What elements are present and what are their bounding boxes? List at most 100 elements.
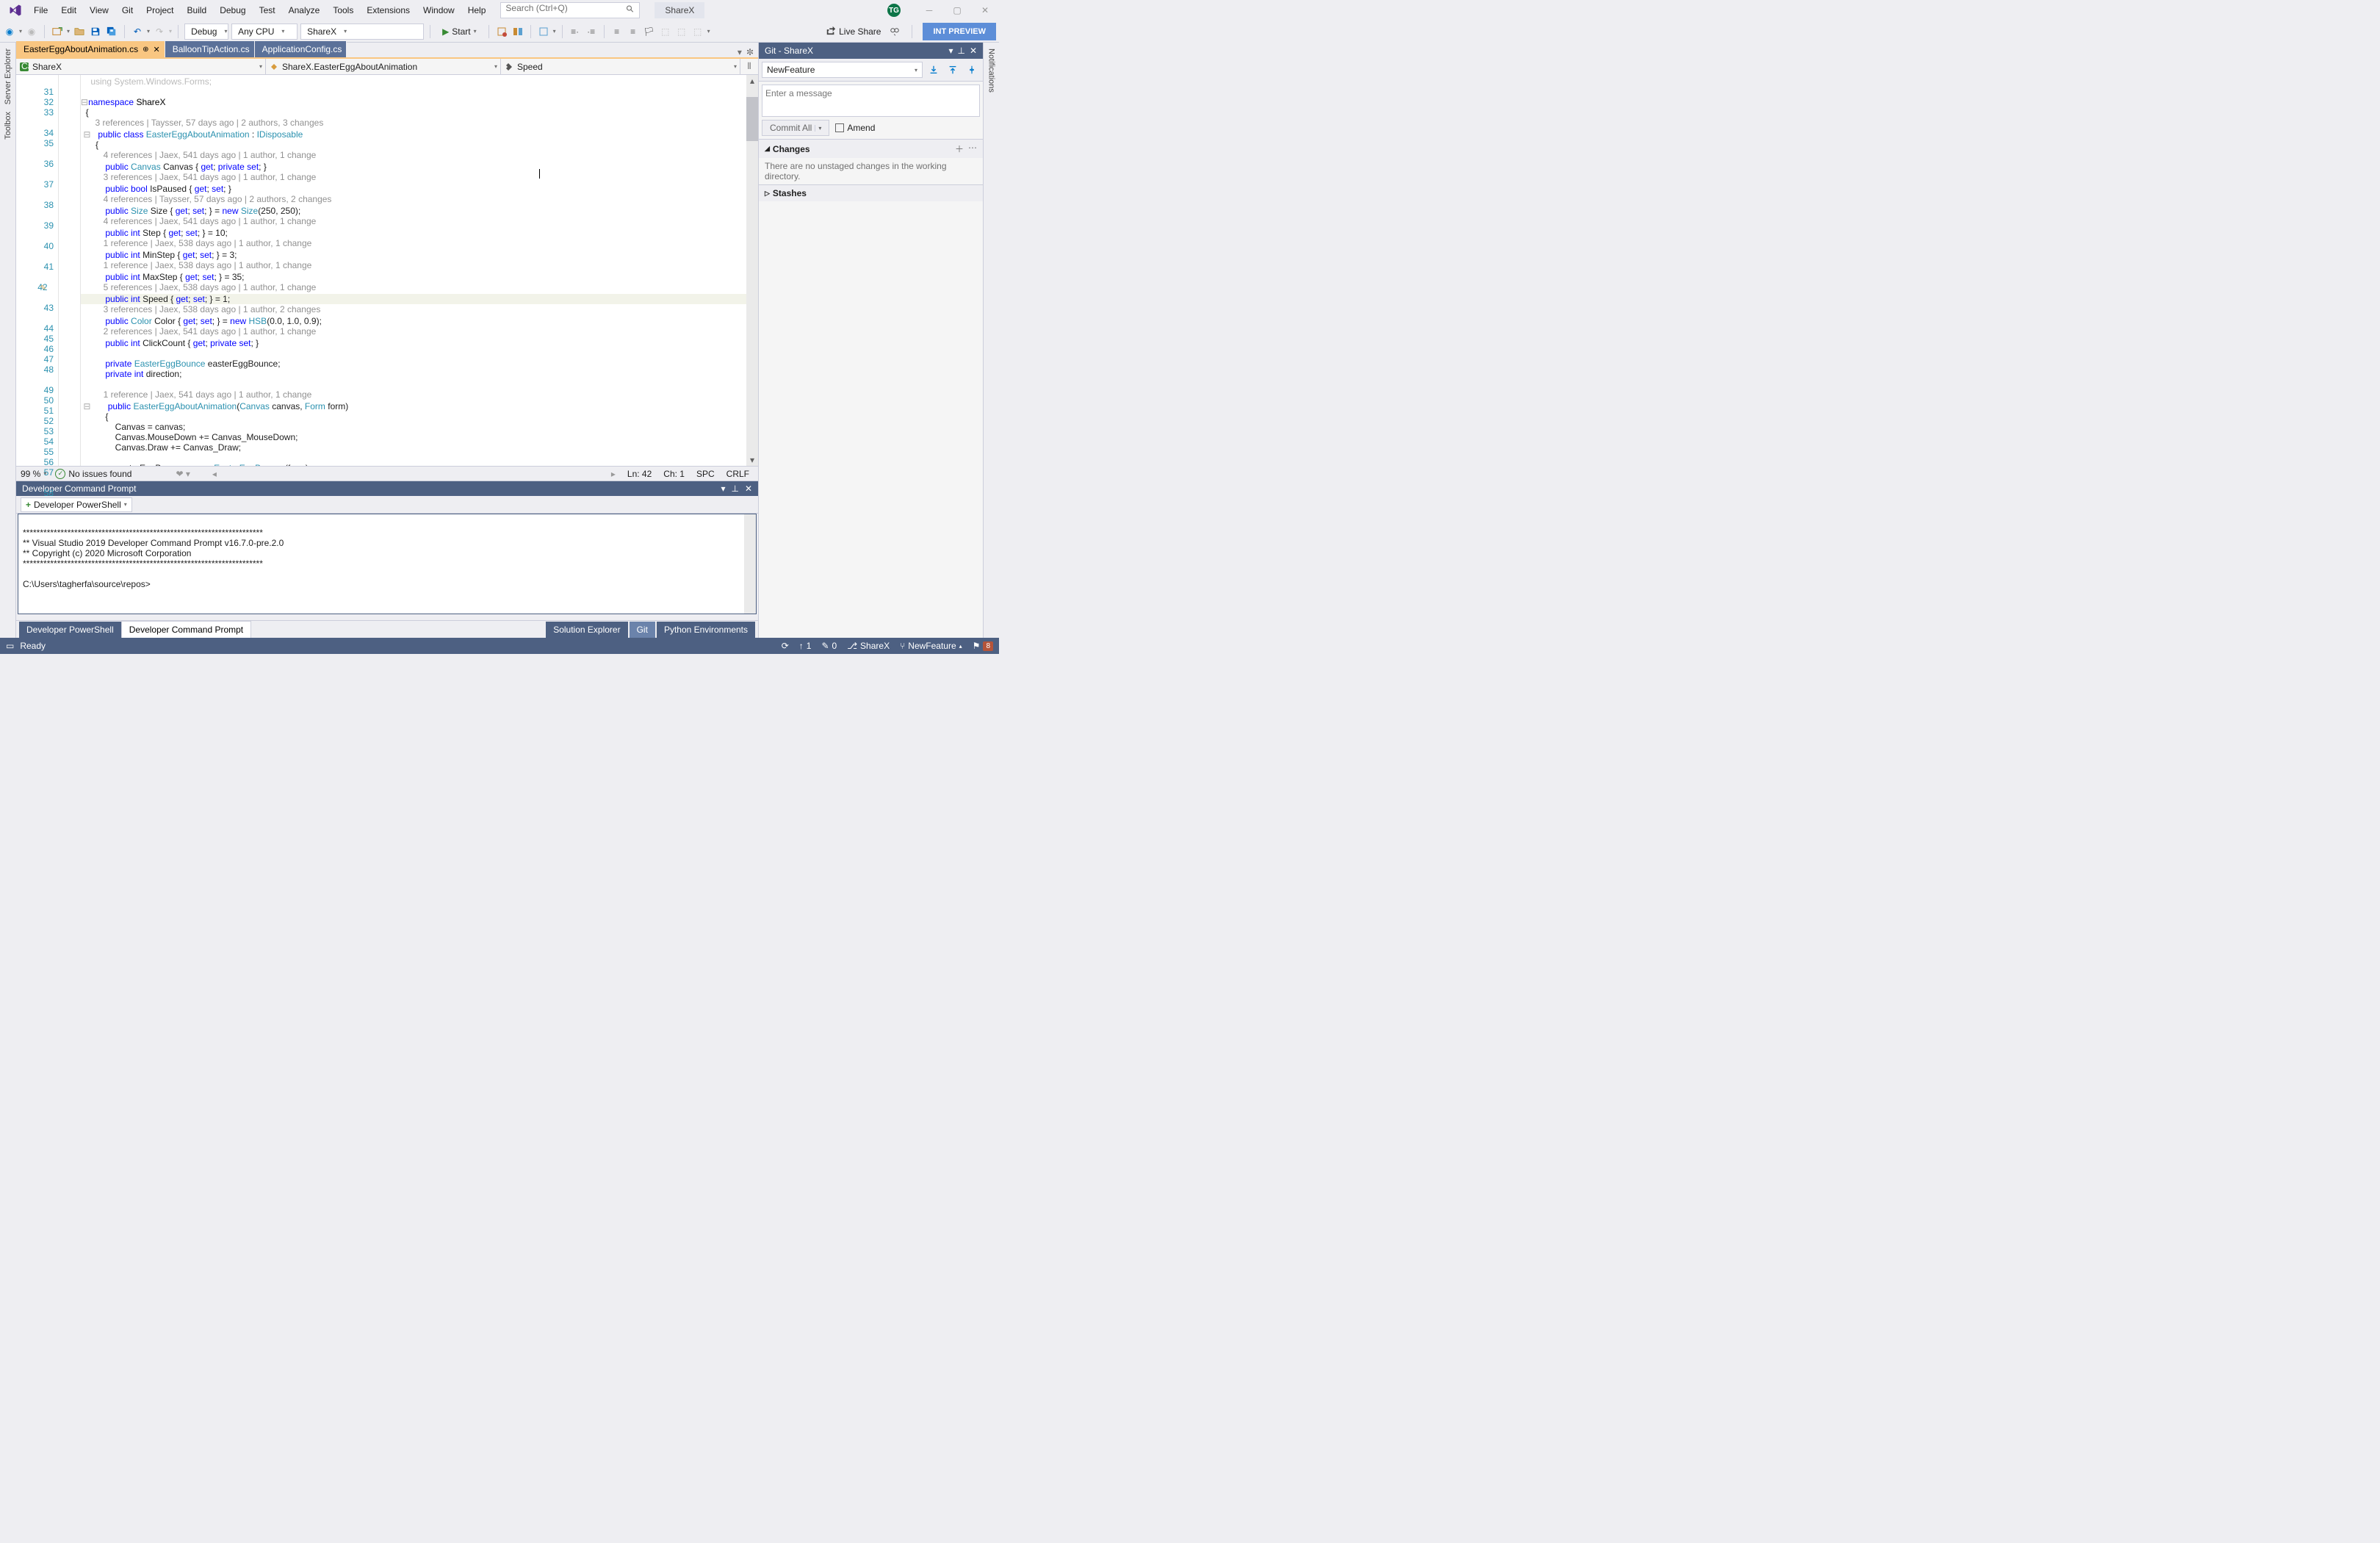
live-share-button[interactable]: Live Share bbox=[826, 25, 881, 37]
menu-project[interactable]: Project bbox=[140, 2, 179, 18]
pin-icon[interactable]: ⊥ bbox=[957, 46, 964, 56]
menu-test[interactable]: Test bbox=[253, 2, 281, 18]
code-editor[interactable]: 31 32 33 34 35 36 37 38 39 40 41 42✎ 43 … bbox=[16, 75, 758, 466]
platform-dropdown[interactable]: Any CPU▾ bbox=[231, 24, 298, 40]
new-terminal-button[interactable]: + Developer PowerShell ▾ bbox=[21, 497, 132, 512]
indent-icon[interactable]: ≡· bbox=[569, 25, 582, 38]
sync-button[interactable]: ⟳ bbox=[782, 641, 789, 651]
pending-changes[interactable]: ✎0 bbox=[821, 641, 837, 651]
stashes-section-header[interactable]: ▷ Stashes bbox=[759, 184, 983, 201]
server-explorer-tab[interactable]: Server Explorer bbox=[2, 46, 14, 107]
menu-debug[interactable]: Debug bbox=[214, 2, 251, 18]
close-panel-icon[interactable]: ✕ bbox=[970, 46, 977, 56]
nav-member-dropdown[interactable]: Speed▾ bbox=[501, 59, 740, 74]
git-panel-title[interactable]: Git - ShareX ▾ ⊥ ✕ bbox=[759, 43, 983, 59]
new-project-icon[interactable] bbox=[51, 25, 64, 38]
fetch-icon[interactable] bbox=[926, 62, 942, 78]
scroll-up-icon[interactable]: ▴ bbox=[746, 75, 758, 87]
error-list-summary[interactable]: ✓ No issues found bbox=[55, 469, 131, 479]
int-preview-badge[interactable]: INT PREVIEW bbox=[923, 23, 996, 40]
pin-icon[interactable]: ⊕ bbox=[143, 46, 148, 54]
git-tab[interactable]: Git bbox=[630, 622, 655, 638]
branch-dropdown[interactable]: NewFeature▾ bbox=[762, 62, 923, 78]
start-debug-button[interactable]: ▶ Start ▾ bbox=[436, 24, 483, 40]
menu-window[interactable]: Window bbox=[417, 2, 461, 18]
health-indicator-icon[interactable]: ❤ ▾ bbox=[176, 469, 190, 479]
tab-overflow-icon[interactable]: ▾ bbox=[738, 47, 742, 57]
bookmark-icon[interactable]: 🏳 bbox=[643, 25, 656, 38]
undo-icon[interactable]: ↶ bbox=[131, 25, 144, 38]
find-in-files-icon[interactable] bbox=[537, 25, 550, 38]
config-dropdown[interactable]: Debug▾ bbox=[184, 24, 228, 40]
scroll-thumb[interactable] bbox=[746, 97, 758, 141]
step-over-icon[interactable] bbox=[511, 25, 524, 38]
doc-tab[interactable]: BalloonTipAction.cs bbox=[165, 41, 255, 57]
outgoing-commits[interactable]: ↑1 bbox=[799, 641, 812, 651]
menu-analyze[interactable]: Analyze bbox=[283, 2, 326, 18]
outdent-icon[interactable]: ·≡ bbox=[585, 25, 598, 38]
close-panel-icon[interactable]: ✕ bbox=[745, 483, 752, 494]
menu-build[interactable]: Build bbox=[181, 2, 213, 18]
eol-indicator[interactable]: CRLF bbox=[726, 469, 749, 479]
changes-section-header[interactable]: ◢ Changes ＋ ⋯ bbox=[759, 139, 983, 158]
dev-powershell-tab[interactable]: Developer PowerShell bbox=[19, 622, 121, 638]
maximize-button[interactable]: ▢ bbox=[946, 3, 968, 18]
nav-class-dropdown[interactable]: ShareX.EasterEggAboutAnimation▾ bbox=[266, 59, 501, 74]
glyph-margin[interactable] bbox=[59, 75, 81, 466]
branch-indicator[interactable]: ⑂NewFeature▴ bbox=[900, 641, 962, 651]
startup-project-dropdown[interactable]: ShareX▾ bbox=[300, 24, 424, 40]
push-icon[interactable] bbox=[964, 62, 980, 78]
save-all-icon[interactable] bbox=[105, 25, 118, 38]
amend-checkbox[interactable]: Amend bbox=[835, 123, 875, 133]
redo-icon[interactable]: ↷ bbox=[153, 25, 166, 38]
output-window-icon[interactable]: ▭ bbox=[6, 641, 14, 651]
menu-edit[interactable]: Edit bbox=[55, 2, 82, 18]
nav-fwd-icon[interactable]: ◉ bbox=[25, 25, 38, 38]
quick-search-input[interactable]: Search (Ctrl+Q) bbox=[500, 2, 640, 18]
account-avatar[interactable]: TG bbox=[887, 4, 901, 17]
menu-view[interactable]: View bbox=[84, 2, 115, 18]
notifications-button[interactable]: ⚑ 8 bbox=[973, 641, 993, 651]
dev-cmd-tab[interactable]: Developer Command Prompt bbox=[121, 621, 251, 638]
col-indicator[interactable]: Ch: 1 bbox=[663, 469, 685, 479]
menu-tools[interactable]: Tools bbox=[327, 2, 359, 18]
scroll-right-icon[interactable]: ▸ bbox=[611, 469, 616, 479]
save-icon[interactable] bbox=[89, 25, 102, 38]
terminal-output[interactable]: ****************************************… bbox=[18, 514, 757, 614]
pull-icon[interactable] bbox=[945, 62, 961, 78]
split-view-icon[interactable]: ⫴ bbox=[740, 59, 758, 74]
stage-all-icon[interactable]: ＋ bbox=[955, 143, 964, 155]
open-file-icon[interactable] bbox=[73, 25, 86, 38]
python-env-tab[interactable]: Python Environments bbox=[657, 622, 755, 638]
menu-help[interactable]: Help bbox=[462, 2, 492, 18]
menu-extensions[interactable]: Extensions bbox=[361, 2, 416, 18]
close-tab-icon[interactable]: ✕ bbox=[153, 45, 159, 54]
nav-back-icon[interactable]: ◉ bbox=[3, 25, 16, 38]
code-text[interactable]: using System.Windows.Forms; ⊟namespace S… bbox=[81, 75, 746, 466]
solution-name[interactable]: ShareX bbox=[654, 2, 704, 18]
pin-icon[interactable]: ⊥ bbox=[731, 483, 738, 494]
window-dropdown-icon[interactable]: ▾ bbox=[948, 46, 953, 56]
scroll-down-icon[interactable]: ▾ bbox=[746, 454, 758, 466]
close-button[interactable]: ✕ bbox=[974, 3, 996, 18]
toolbox-tab[interactable]: Toolbox bbox=[2, 109, 14, 143]
repo-indicator[interactable]: ⎇ShareX bbox=[847, 641, 890, 651]
nav-project-dropdown[interactable]: C# ShareX▾ bbox=[16, 59, 266, 74]
step-into-icon[interactable] bbox=[495, 25, 508, 38]
more-icon[interactable]: ⋯ bbox=[968, 143, 977, 155]
terminal-scrollbar[interactable] bbox=[744, 514, 756, 614]
solution-explorer-tab[interactable]: Solution Explorer bbox=[546, 622, 627, 638]
indent-indicator[interactable]: SPC bbox=[696, 469, 715, 479]
menu-git[interactable]: Git bbox=[116, 2, 139, 18]
doc-tab[interactable]: ApplicationConfig.cs bbox=[255, 41, 347, 57]
commit-message-input[interactable] bbox=[762, 84, 980, 117]
tab-settings-icon[interactable]: ✼ bbox=[746, 47, 754, 57]
scroll-left-icon[interactable]: ◂ bbox=[212, 469, 217, 479]
uncomment-icon[interactable]: ≡ bbox=[627, 25, 640, 38]
minimize-button[interactable]: ─ bbox=[918, 3, 940, 18]
doc-tab-active[interactable]: EasterEggAboutAnimation.cs ⊕ ✕ bbox=[16, 41, 165, 57]
terminal-title-bar[interactable]: Developer Command Prompt ▾ ⊥ ✕ bbox=[16, 481, 758, 496]
menu-file[interactable]: File bbox=[28, 2, 54, 18]
feedback-icon[interactable] bbox=[888, 25, 901, 38]
editor-scrollbar[interactable]: ▴ ▾ bbox=[746, 75, 758, 466]
